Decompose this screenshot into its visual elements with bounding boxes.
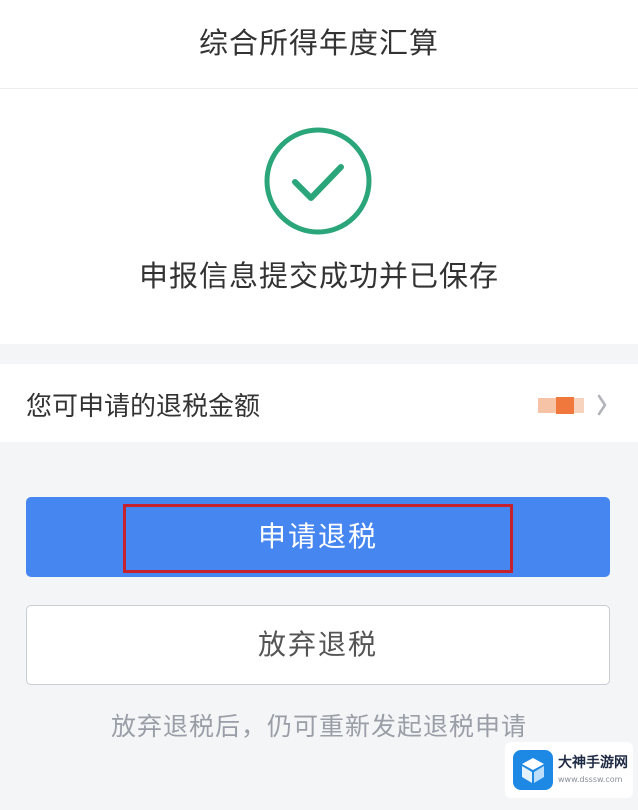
check-circle-icon: [264, 127, 372, 235]
redaction-block: [556, 397, 574, 414]
redaction-block: [574, 398, 584, 413]
page-header: 综合所得年度汇算: [0, 0, 638, 89]
submission-result-card: 申报信息提交成功并已保存: [0, 89, 638, 344]
refund-amount-value-redacted: [538, 392, 602, 418]
refund-amount-row[interactable]: 您可申请的退税金额: [0, 364, 638, 442]
success-message: 申报信息提交成功并已保存: [138, 259, 499, 293]
abandon-hint-text: 放弃退税后，仍可重新发起退税申请: [110, 712, 527, 741]
page-title: 综合所得年度汇算: [198, 26, 439, 60]
site-watermark: 大神手游网 www.dsssw.com: [505, 742, 633, 798]
cube-logo-icon: [513, 750, 553, 790]
watermark-site-name: 大神手游网: [558, 755, 628, 771]
apply-refund-button[interactable]: 申请退税: [26, 497, 610, 577]
abandon-refund-button[interactable]: 放弃退税: [26, 605, 610, 685]
watermark-site-url: www.dsssw.com: [558, 775, 623, 784]
apply-refund-label: 申请退税: [257, 520, 378, 553]
refund-amount-label: 您可申请的退税金额: [26, 392, 261, 422]
chevron-right-icon[interactable]: [596, 392, 608, 418]
abandon-refund-label: 放弃退税: [257, 628, 378, 661]
redaction-block: [538, 398, 558, 413]
